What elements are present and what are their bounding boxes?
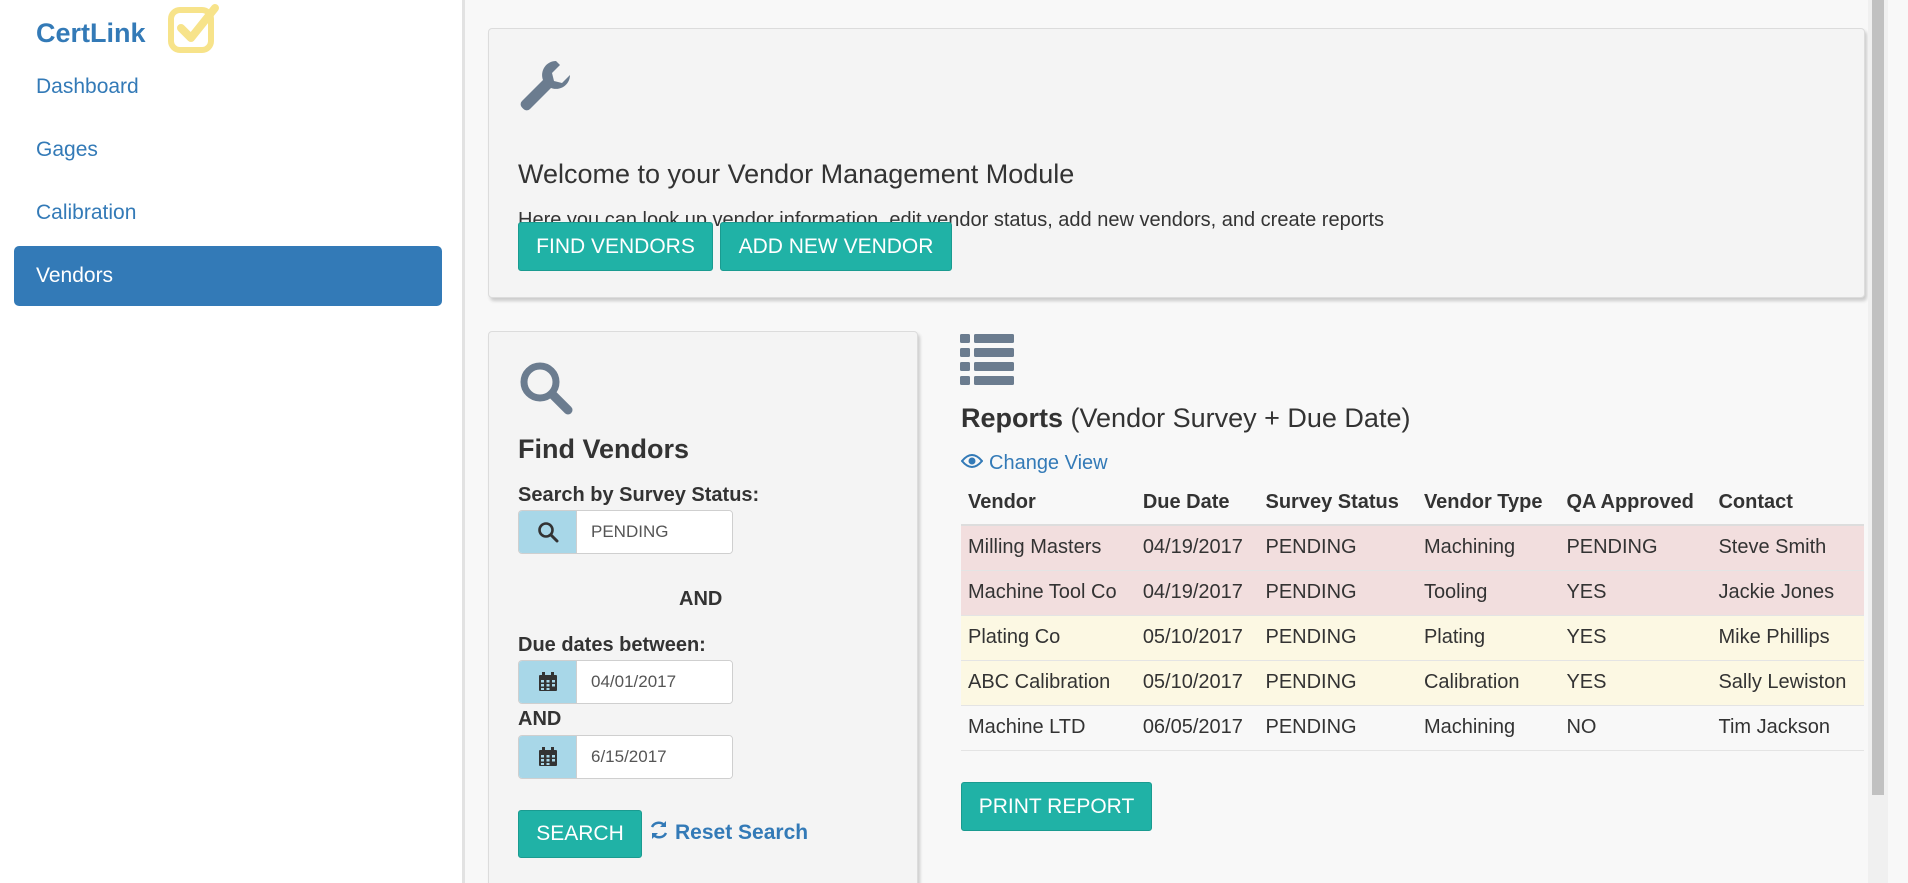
table-cell: PENDING [1559,525,1712,571]
table-cell: PENDING [1258,525,1417,571]
table-cell: 05/10/2017 [1135,615,1259,661]
table-row[interactable]: Milling Masters 04/19/2017 PENDING Machi… [961,525,1864,571]
search-button[interactable]: SEARCH [518,810,642,858]
and-label: AND [518,708,562,730]
table-cell: Machine LTD [961,705,1136,751]
date-from-input[interactable] [577,661,732,703]
find-vendors-button[interactable]: FIND VENDORS [518,222,713,271]
table-cell: Tooling [1416,570,1560,616]
table-cell: YES [1559,660,1712,706]
scrollbar-thumb[interactable] [1872,0,1884,795]
table-cell: 05/10/2017 [1135,660,1259,706]
table-header-row: Vendor Due Date Survey Status Vendor Typ… [961,480,1864,526]
table-row[interactable]: ABC Calibration 05/10/2017 PENDING Calib… [961,660,1864,706]
reset-search-link[interactable]: Reset Search [649,819,808,847]
table-cell: PENDING [1258,570,1417,616]
main-content: Welcome to your Vendor Management Module… [468,0,1888,883]
sidebar-item-vendors[interactable]: Vendors [14,246,442,306]
search-icon [519,511,577,553]
table-cell: Milling Masters [961,525,1136,571]
sidebar-item-calibration[interactable]: Calibration [14,183,442,243]
sidebar-item-dashboard[interactable]: Dashboard [14,57,442,117]
table-cell: 04/19/2017 [1135,570,1259,616]
table-cell: PENDING [1258,660,1417,706]
eye-icon [960,452,984,475]
table-row[interactable]: Machine Tool Co 04/19/2017 PENDING Tooli… [961,570,1864,616]
column-header: Due Date [1135,480,1259,526]
wrench-icon [518,57,574,118]
brand-name[interactable]: CertLink [36,18,146,49]
table-cell: Machining [1416,525,1560,571]
survey-status-group [518,510,733,554]
change-view-label: Change View [989,452,1108,474]
table-cell: YES [1559,570,1712,616]
table-row[interactable]: Machine LTD 06/05/2017 PENDING Machining… [961,705,1864,751]
list-icon [960,334,1014,391]
sidebar: CertLink Dashboard Gages Calibration Ven… [0,0,465,883]
table-cell: Steve Smith [1711,525,1864,571]
table-cell: Tim Jackson [1711,705,1864,751]
date-to-input[interactable] [577,736,732,778]
table-cell: Plating Co [961,615,1136,661]
table-cell: Machining [1416,705,1560,751]
column-header: QA Approved [1559,480,1712,526]
print-report-button[interactable]: PRINT REPORT [961,782,1152,831]
column-header: Vendor [961,480,1136,526]
table-cell: ABC Calibration [961,660,1136,706]
survey-status-input[interactable] [577,511,732,553]
table-cell: 06/05/2017 [1135,705,1259,751]
find-vendors-title: Find Vendors [518,434,690,464]
table-cell: Plating [1416,615,1560,661]
due-dates-label: Due dates between: [518,634,706,656]
calendar-icon [519,661,577,703]
survey-status-label: Search by Survey Status: [518,484,760,506]
column-header: Survey Status [1258,480,1417,526]
magnifier-icon [518,360,574,421]
reports-title-subtitle: (Vendor Survey + Due Date) [1070,403,1411,433]
find-vendors-panel: Find Vendors Search by Survey Status: AN… [488,331,918,883]
table-cell: NO [1559,705,1712,751]
table-cell: Calibration [1416,660,1560,706]
welcome-title: Welcome to your Vendor Management Module [518,159,1075,189]
table-cell: 04/19/2017 [1135,525,1259,571]
change-view-link[interactable]: Change View [960,452,1108,475]
and-label: AND [679,588,723,610]
sidebar-item-gages[interactable]: Gages [14,120,442,180]
column-header: Contact [1711,480,1864,526]
reports-title: Reports (Vendor Survey + Due Date) [961,403,1410,434]
table-cell: Mike Phillips [1711,615,1864,661]
vendor-report-table: Vendor Due Date Survey Status Vendor Typ… [961,480,1864,751]
table-row[interactable]: Plating Co 05/10/2017 PENDING Plating YE… [961,615,1864,661]
checkbox-icon [167,2,221,59]
column-header: Vendor Type [1416,480,1560,526]
reset-search-label: Reset Search [675,821,809,844]
welcome-panel: Welcome to your Vendor Management Module… [488,28,1865,298]
refresh-icon [649,819,669,847]
date-from-group [518,660,733,704]
table-cell: Jackie Jones [1711,570,1864,616]
reports-title-bold: Reports [961,403,1064,433]
table-cell: YES [1559,615,1712,661]
calendar-icon [519,736,577,778]
table-cell: Sally Lewiston [1711,660,1864,706]
add-new-vendor-button[interactable]: ADD NEW VENDOR [720,222,952,271]
vertical-scrollbar[interactable] [1868,0,1888,883]
table-cell: PENDING [1258,705,1417,751]
table-cell: Machine Tool Co [961,570,1136,616]
table-cell: PENDING [1258,615,1417,661]
date-to-group [518,735,733,779]
